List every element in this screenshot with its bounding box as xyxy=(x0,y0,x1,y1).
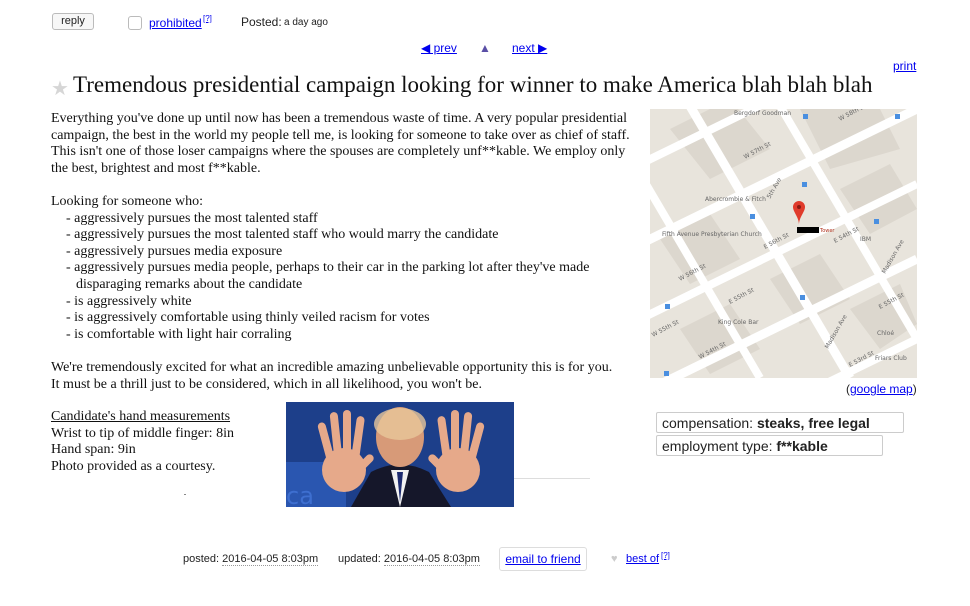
paren-close: ) xyxy=(912,382,917,396)
map-label-king-cole: King Cole Bar xyxy=(718,319,759,326)
photo-dot xyxy=(184,494,186,495)
requirements-list: - aggressively pursues the most talented… xyxy=(51,211,643,344)
closing-paragraph: We're tremendously excited for what an i… xyxy=(51,359,613,392)
prohibited-flag-checkbox[interactable] xyxy=(128,16,142,30)
google-map-link[interactable]: google map xyxy=(850,382,913,396)
prohibited-help-link[interactable]: [?] xyxy=(203,14,212,23)
employment-type-value: f**kable xyxy=(776,438,828,454)
map-label-tower: Tower xyxy=(819,228,835,234)
employment-type-attribute: employment type: f**kable xyxy=(656,435,883,456)
map-image: Bergdorf Goodman W 58th St W 57th St Abe… xyxy=(650,109,917,378)
map-label-fifth-ave-church: Fifth Avenue Presbyterian Church xyxy=(662,231,762,238)
footer-updated: updated: 2016-04-05 8:03pm xyxy=(338,553,480,566)
compensation-label: compensation: xyxy=(662,415,754,431)
map-label-ibm: IBM xyxy=(860,236,871,243)
measurements-block: Candidate's hand measurements Wrist to t… xyxy=(51,409,281,475)
measurement-line: Photo provided as a courtesy. xyxy=(51,458,216,474)
post-body: Everything you've done up until now has … xyxy=(51,111,643,393)
next-link[interactable]: next ▶ xyxy=(512,41,547,55)
location-map[interactable]: Bergdorf Goodman W 58th St W 57th St Abe… xyxy=(650,109,917,378)
list-item: - aggressively pursues media people, per… xyxy=(66,260,590,292)
posted-time: a day ago xyxy=(284,17,328,28)
map-label-chloe: Chloé xyxy=(877,330,894,337)
compensation-attribute: compensation: steaks, free legal counsel xyxy=(656,412,904,449)
email-to-friend-link[interactable]: email to friend xyxy=(505,552,580,566)
footer-posted: posted: 2016-04-05 8:03pm xyxy=(183,553,319,566)
best-of-help-link[interactable]: [?] xyxy=(661,551,670,560)
list-item: - aggressively pursues the most talented… xyxy=(66,227,499,243)
prev-link[interactable]: ◀ prev xyxy=(421,41,457,55)
best-of-link[interactable]: best of xyxy=(626,553,659,565)
measurements-heading: Candidate's hand measurements xyxy=(51,409,231,424)
print-link[interactable]: print xyxy=(893,59,916,73)
prohibited-link[interactable]: prohibited xyxy=(149,16,202,30)
photo-thumbnail-divider xyxy=(514,478,590,479)
post-title: Tremendous presidential campaign looking… xyxy=(73,72,873,97)
footer-posted-label: posted: xyxy=(183,553,220,565)
footer-updated-date: 2016-04-05 8:03pm xyxy=(383,553,480,566)
map-label-abercrombie: Abercrombie & Fitch xyxy=(705,196,766,203)
employment-type-label: employment type: xyxy=(662,438,773,454)
list-item: - is comfortable with light hair corrali… xyxy=(66,326,292,342)
map-label-friars: Friars Club xyxy=(875,355,907,362)
footer-posted-date: 2016-04-05 8:03pm xyxy=(222,553,319,566)
heart-icon[interactable]: ♥ xyxy=(611,553,618,565)
up-arrow-icon[interactable]: ▲ xyxy=(479,41,491,55)
hands-photo-image: ca xyxy=(286,402,514,507)
list-item: - is aggressively comfortable using thin… xyxy=(66,310,430,326)
list-item: - aggressively pursues the most talented… xyxy=(66,210,318,226)
map-label-bergdorf: Bergdorf Goodman xyxy=(734,110,791,117)
svg-text:ca: ca xyxy=(286,482,314,507)
email-to-friend-button[interactable]: email to friend xyxy=(499,547,587,571)
measurement-line: Wrist to tip of middle finger: 8in xyxy=(51,425,234,441)
list-item: - is aggressively white xyxy=(66,293,192,309)
measurement-line: Hand span: 9in xyxy=(51,442,136,458)
favorite-star-icon[interactable]: ★ xyxy=(51,76,69,101)
footer-updated-label: updated: xyxy=(338,553,381,565)
reply-button[interactable]: reply xyxy=(52,13,94,30)
intro-paragraph: Everything you've done up until now has … xyxy=(51,111,630,176)
list-item: - aggressively pursues media exposure xyxy=(66,243,283,259)
posted-label: Posted: xyxy=(241,15,282,29)
google-map-line: (google map) xyxy=(846,382,917,396)
candidate-hands-photo[interactable]: ca xyxy=(286,402,514,507)
looking-for-heading: Looking for someone who: xyxy=(51,193,204,209)
